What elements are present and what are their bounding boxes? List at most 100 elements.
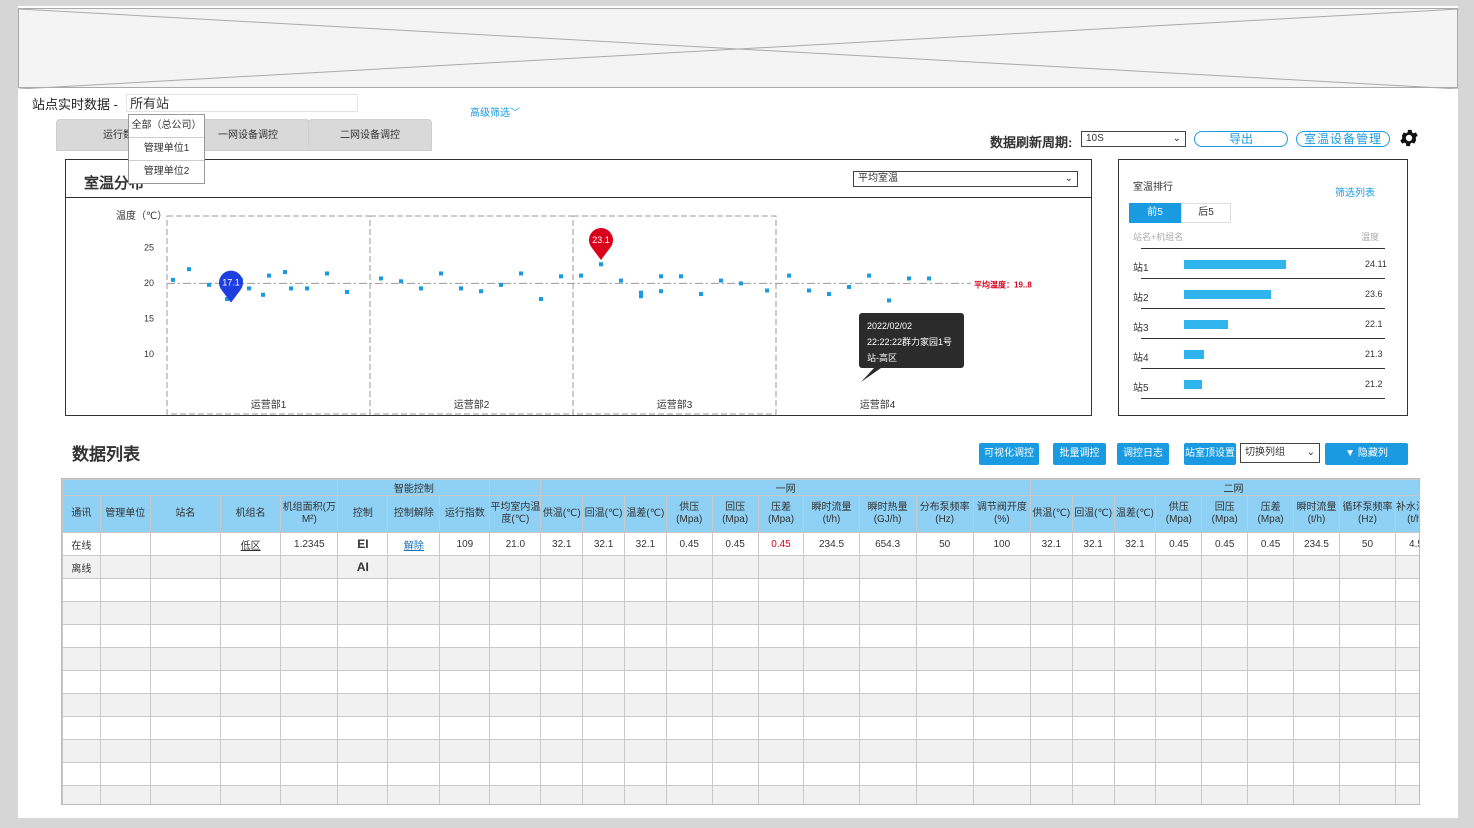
table-cell xyxy=(1338,762,1397,786)
tooltip-arrow xyxy=(861,368,881,382)
table-cell xyxy=(220,578,282,602)
filter-list-link[interactable]: 筛选列表 xyxy=(1335,184,1375,199)
device-mgmt-button[interactable]: 室温设备管理 xyxy=(1296,131,1390,147)
dropdown-option[interactable]: 管理单位1 xyxy=(129,138,204,161)
visual-control-button[interactable]: 可视化调控 xyxy=(979,443,1039,465)
table-cell: 32.1 xyxy=(582,532,625,556)
station-select[interactable]: 所有站 xyxy=(126,94,358,112)
tab-bottom5[interactable]: 后5 xyxy=(1181,203,1231,223)
export-button[interactable]: 导出 xyxy=(1194,131,1288,147)
data-point xyxy=(419,286,423,291)
group-primary: 一网 xyxy=(540,479,1031,496)
table-cell xyxy=(439,693,491,717)
column-header[interactable]: 控制 xyxy=(337,495,389,533)
table-cell: 50 xyxy=(915,532,974,556)
table-cell xyxy=(1247,716,1295,740)
dropdown-option[interactable]: 管理单位2 xyxy=(129,161,204,183)
control-log-button[interactable]: 调控日志 xyxy=(1117,443,1169,465)
table-cell: EI xyxy=(337,532,389,556)
table-cell: 1.2345 xyxy=(280,532,339,556)
refresh-select[interactable]: 10S ⌄ xyxy=(1081,131,1186,147)
table-cell xyxy=(540,670,584,694)
table-cell xyxy=(1247,647,1295,671)
table-cell xyxy=(220,739,282,763)
table-cell xyxy=(1155,716,1203,740)
table-cell xyxy=(220,670,282,694)
column-header: 控制解除 xyxy=(387,495,441,533)
data-point xyxy=(459,286,463,291)
data-point xyxy=(787,273,791,278)
column-header: 回压(Mpa) xyxy=(1201,495,1249,533)
table-cell xyxy=(540,693,584,717)
table-cell: 234.5 xyxy=(803,532,860,556)
table-cell xyxy=(623,578,667,602)
ranking-bar xyxy=(1184,380,1202,389)
data-point xyxy=(827,292,831,297)
table-cell xyxy=(280,624,339,648)
table-cell xyxy=(439,716,491,740)
data-point xyxy=(619,278,623,283)
scatter-chart: 温度（℃） 25 20 15 10 运营部1 运营部2 运营部3 运营部4 平均温度：19..8 1… xyxy=(116,209,1032,415)
tab-top5[interactable]: 前5 xyxy=(1129,203,1181,223)
table-cell: 0.45 xyxy=(1247,532,1295,556)
batch-control-button[interactable]: 批量调控 xyxy=(1053,443,1106,465)
table-cell xyxy=(149,601,222,625)
advanced-filter-link[interactable]: 高级筛选﹀ xyxy=(470,104,520,119)
table-cell xyxy=(1071,693,1115,717)
metric-select[interactable]: 平均室温 ⌄ xyxy=(853,171,1078,187)
table-cell xyxy=(858,739,917,763)
gear-icon[interactable] xyxy=(1398,127,1420,149)
group-secondary: 二网 xyxy=(1029,479,1419,496)
table-cell xyxy=(665,624,713,648)
data-point xyxy=(305,286,309,291)
ranking-bar xyxy=(1184,320,1228,329)
table-cell xyxy=(972,647,1031,671)
column-header: 供压(Mpa) xyxy=(665,495,713,533)
tab-secondary-control[interactable]: 二网设备调控 xyxy=(308,119,432,151)
table-cell xyxy=(1338,716,1397,740)
ranking-bar xyxy=(1184,350,1205,359)
table-cell xyxy=(489,716,542,740)
table-cell xyxy=(149,624,222,648)
data-point xyxy=(261,292,265,297)
banner-placeholder xyxy=(18,8,1459,89)
table-cell xyxy=(1071,601,1115,625)
table-cell xyxy=(1395,578,1419,602)
data-point xyxy=(639,294,643,299)
release-control-link[interactable]: 解除 xyxy=(387,532,441,556)
table-cell xyxy=(540,578,584,602)
table-cell xyxy=(1029,693,1073,717)
table-cell xyxy=(1247,693,1295,717)
station-setting-button[interactable]: 站室顶设置 xyxy=(1184,443,1236,465)
table-cell xyxy=(1293,578,1340,602)
table-cell: AI xyxy=(337,555,389,579)
table-cell: 50 xyxy=(1338,532,1397,556)
table-cell xyxy=(387,670,441,694)
table-cell: 32.1 xyxy=(623,532,667,556)
column-group-select[interactable]: 切换列组 ⌄ xyxy=(1240,443,1320,463)
table-cell xyxy=(149,693,222,717)
table-cell xyxy=(1247,739,1295,763)
table-cell xyxy=(439,624,491,648)
dropdown-option[interactable]: 全部（总公司） xyxy=(129,115,204,138)
table-cell xyxy=(623,716,667,740)
table-cell xyxy=(337,601,389,625)
table-cell xyxy=(540,555,584,579)
table-cell xyxy=(439,762,491,786)
data-point xyxy=(171,277,175,282)
group-label: 运营部1 xyxy=(251,398,287,411)
table-cell xyxy=(803,762,860,786)
table-cell xyxy=(99,532,151,556)
table-cell xyxy=(540,762,584,786)
table-cell xyxy=(62,762,101,786)
data-point xyxy=(187,267,191,272)
table-cell xyxy=(1029,624,1073,648)
station-dropdown: 全部（总公司） 管理单位1 管理单位2 xyxy=(128,114,205,184)
table-cell xyxy=(99,624,151,648)
table-cell xyxy=(757,578,805,602)
hide-columns-button[interactable]: ▼ 隐藏列 xyxy=(1325,443,1408,465)
table-cell xyxy=(915,555,974,579)
table-cell xyxy=(540,647,584,671)
table-cell xyxy=(1155,739,1203,763)
table-cell xyxy=(803,739,860,763)
